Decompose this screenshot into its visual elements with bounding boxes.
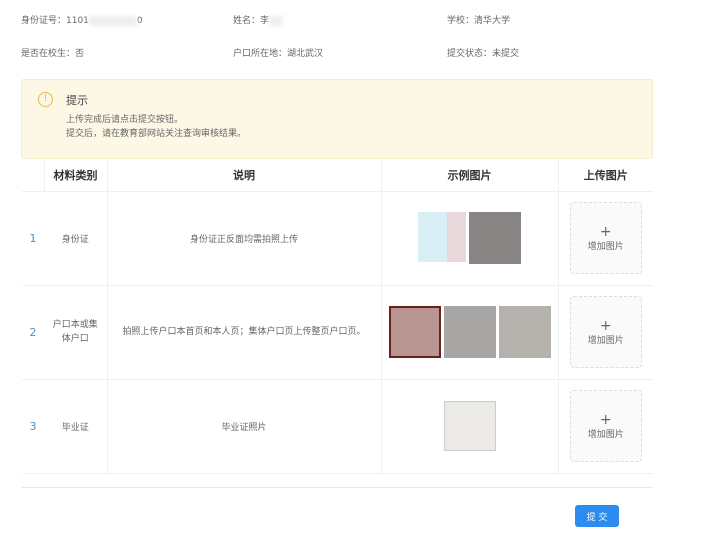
upload-cell: + 增加图片 (558, 285, 653, 380)
header-description: 说明 (107, 160, 382, 192)
add-image-button[interactable]: + 增加图片 (569, 202, 642, 274)
example-image-id-back[interactable] (469, 212, 521, 264)
row-category: 毕业证 (44, 379, 108, 474)
example-image-hukou-1[interactable] (388, 306, 441, 358)
example-images (381, 191, 559, 286)
name-label: 姓名：李 (233, 16, 270, 26)
example-images (381, 285, 559, 380)
row-index: 1 (22, 191, 44, 286)
table-row: 2 户口本或集体户口 拍照上传户口本首页和本人页；集体户口页上传整页户口页。 +… (22, 285, 653, 380)
row-description: 身份证正反面均需拍照上传 (107, 191, 382, 286)
table-row: 1 身份证 身份证正反面均需拍照上传 + 增加图片 (22, 191, 653, 286)
tip-alert: ! 提示 上传完成后请点击提交按钮。 提交后，请在教育部网站关注查询审核结果。 (21, 79, 653, 159)
row-description: 毕业证照片 (107, 379, 382, 474)
table-header: 材料类别 说明 示例图片 上传图片 (22, 160, 653, 192)
school-field: 学校：清华大学 (447, 16, 511, 26)
submit-button[interactable]: 提 交 (575, 505, 619, 527)
row-index: 3 (22, 379, 44, 474)
blurred-redaction (269, 15, 284, 26)
example-image-diploma[interactable] (443, 401, 496, 451)
upload-cell: + 增加图片 (558, 379, 653, 474)
add-image-button[interactable]: + 增加图片 (569, 390, 642, 462)
upload-cell: + 增加图片 (558, 191, 653, 286)
plus-icon: + (599, 223, 612, 240)
divider (22, 487, 653, 488)
add-image-button[interactable]: + 增加图片 (569, 296, 642, 368)
id-number: 身份证号：1101 0 (21, 13, 143, 26)
name-field: 姓名：李 (233, 13, 284, 26)
alert-title: 提示 (66, 94, 88, 107)
in-school-field: 是否在校生：否 (21, 49, 85, 59)
id-suffix: 0 (136, 16, 143, 26)
alert-line: 上传完成后请点击提交按钮。 (66, 115, 184, 125)
example-images (381, 379, 559, 474)
add-image-label: 增加图片 (587, 335, 624, 346)
status-field: 提交状态：未提交 (447, 49, 520, 59)
row-category: 身份证 (44, 191, 108, 286)
header-index (22, 160, 45, 192)
plus-icon: + (599, 411, 612, 428)
header-example: 示例图片 (381, 160, 559, 192)
header-upload: 上传图片 (558, 160, 653, 192)
hukou-field: 户口所在地：湖北武汉 (233, 49, 324, 59)
add-image-label: 增加图片 (587, 429, 624, 440)
row-description: 拍照上传户口本首页和本人页；集体户口页上传整页户口页。 (107, 285, 382, 380)
id-prefix: 身份证号：1101 (21, 16, 89, 26)
row-index: 2 (22, 285, 44, 380)
blurred-redaction (88, 15, 137, 26)
header-category: 材料类别 (44, 160, 108, 192)
warning-icon: ! (38, 92, 53, 107)
table-row: 3 毕业证 毕业证照片 + 增加图片 (22, 379, 653, 474)
example-image-hukou-2[interactable] (443, 306, 496, 358)
example-image-hukou-3[interactable] (498, 306, 551, 358)
row-category: 户口本或集体户口 (44, 285, 108, 380)
materials-table: 材料类别 说明 示例图片 上传图片 1 身份证 身份证正反面均需拍照上传 + 增加… (22, 160, 653, 474)
example-image-id-front[interactable] (418, 212, 466, 262)
add-image-label: 增加图片 (587, 241, 624, 252)
plus-icon: + (599, 317, 612, 334)
alert-line: 提交后，请在教育部网站关注查询审核结果。 (66, 129, 247, 139)
